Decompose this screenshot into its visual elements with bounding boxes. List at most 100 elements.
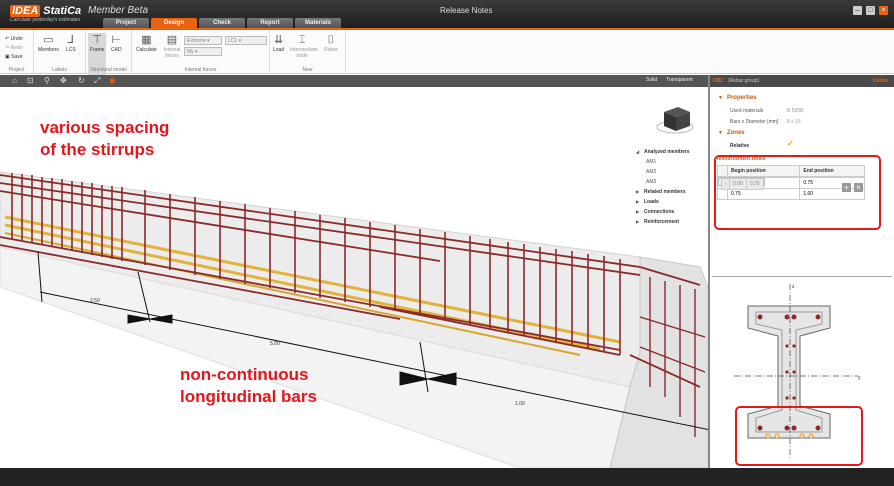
lcs-button[interactable]: ⅃ LCS [66,34,76,53]
new-load-label: Load [273,47,285,53]
z-axis-label: z [792,284,795,290]
undo-label: Undo [10,36,23,42]
table-row[interactable]: › 0.00 0.25 [717,177,765,190]
view-cube[interactable] [656,107,694,134]
delete-button[interactable]: Delete [873,78,888,84]
tab-design[interactable]: Design [151,18,197,28]
tree-related-members[interactable]: ▶ Related members [636,187,690,197]
relative-checkbox[interactable]: ✓ [787,139,794,148]
internal-forces-button[interactable]: ▤ Internal forces [163,34,181,59]
zoom-icon[interactable]: ⚲ [44,76,50,85]
selected-item-type: (Rebar group) [728,78,760,84]
dim-label-2: 5.00 [270,341,280,347]
tree-label: Analyzed members [644,149,690,155]
tree-item-am1[interactable]: AM1 [636,157,690,167]
tab-materials[interactable]: Materials [295,18,341,28]
new-load-button[interactable]: ⇊ Load [273,34,284,53]
zoom-extents-icon[interactable]: ⤢ [94,76,100,86]
transparent-toggle[interactable]: Transparent [666,77,693,83]
extreme-select[interactable]: Extreme ▾ [184,36,222,45]
row-marker: › [720,178,731,190]
properties-section-header[interactable]: ▼ Properties [718,95,757,101]
column-header-begin: Begin position [726,165,801,177]
members-button[interactable]: ▭ Members [38,34,59,53]
rotate-icon[interactable]: ↻ [78,76,85,85]
cad-icon: ⊢ [111,34,122,46]
frame-icon: ⊤ [92,34,103,46]
maximize-icon[interactable]: □ [866,6,875,15]
tree-item-am3[interactable]: AM3 [636,177,690,187]
tree-reinforcement[interactable]: ▶ Reinforcement [636,217,690,227]
load-arrows-icon: ⇊ [273,34,284,46]
logo-statica: StatiCa [43,5,82,17]
tab-report[interactable]: Report [247,18,293,28]
zoom-window-icon[interactable]: ⊡ [27,76,34,85]
title-bar: IDEA StatiCa Member Beta Calculate yester… [0,0,894,28]
screenshot-icon[interactable]: ◙ [110,76,115,85]
rebar-label: Rebar [324,47,338,53]
expanded-arrow-icon: ◢ [636,149,640,154]
group-label-labels: Labels [52,67,67,73]
extreme-value: Extreme [187,38,206,44]
tree-connections[interactable]: ▶ Connections [636,207,690,217]
cad-button[interactable]: ⊢ CAD [111,34,122,53]
rebar-button[interactable]: ⌷ Rebar [324,34,338,53]
ribbon-group-labels: ▭ Members ⅃ LCS Labels [34,30,86,74]
minimize-icon[interactable]: – [853,6,862,15]
ribbon-group-internal-forces: ▦ Calculate ▤ Internal forces Extreme ▾ LC… [132,30,270,74]
tab-check[interactable]: Check [199,18,245,28]
tab-project[interactable]: Project [103,18,149,28]
relative-label: Relative [730,143,750,149]
internal-forces-label: Internal forces [163,47,181,59]
members-label: Members [38,47,59,53]
pan-icon[interactable]: ✥ [60,76,67,85]
app-window: IDEA StatiCa Member Beta Calculate yester… [0,0,894,486]
3d-viewport[interactable]: 2.50 5.00 1.00 various spacing of the st… [0,87,708,468]
calculate-button[interactable]: ▦ Calculate [136,34,157,53]
ribbon-group-structural-model: ⊤ Frame ⊢ CAD Structural model [86,30,132,75]
tree-label: Loads [644,199,659,205]
undo-icon: ↶ [5,36,10,42]
calculate-label: Calculate [136,47,157,53]
status-bar [0,468,894,486]
ribbon: ↶ Undo ↷ Redo ▣ Save Project ▭ Members ⅃ L… [0,30,894,75]
lcs-label: LCS [66,47,76,53]
end-cell[interactable]: 0.25 [745,178,764,190]
frame-label: Frame [90,47,105,53]
viewport-toolbar: ⌂ ⊡ ⚲ ✥ ↻ ⤢ ◙ Solid Transparent [0,75,708,87]
app-logo: IDEA StatiCa [10,5,81,17]
undo-button[interactable]: ↶ Undo [5,36,23,42]
ribbon-group-new: ⇊ Load ⌶ Intermediate node ⌷ Rebar New [270,30,346,74]
used-materials-label: Used materials [730,108,764,114]
calculate-icon: ▦ [141,34,152,46]
collapsed-arrow-icon: ▶ [636,209,640,214]
rebar-icon: ⌷ [327,34,335,46]
solid-toggle[interactable]: Solid [646,77,657,83]
begin-cell[interactable]: 0.75 [726,188,801,200]
collapsed-arrow-icon: ▶ [636,219,640,224]
group-label-internal-forces: Internal forces [184,67,217,73]
zones-section-header[interactable]: ▼ Zones [718,130,745,136]
table-header-row: Begin position End position [717,165,865,177]
group-label-new: New [302,67,313,73]
component-select[interactable]: My ▾ [184,47,222,56]
tree-analyzed-members[interactable]: ◢ Analyzed members [636,147,690,157]
internal-forces-icon: ▤ [166,34,178,46]
begin-cell[interactable]: 0.00 [729,178,747,190]
tree-loads[interactable]: ▶ Loads [636,197,690,207]
ribbon-group-project: ↶ Undo ↷ Redo ▣ Save Project [0,30,34,74]
home-icon[interactable]: ⌂ [12,76,17,85]
used-materials-value[interactable]: B 500B [787,108,803,114]
members-icon: ▭ [43,34,54,46]
delete-row-icon[interactable]: × [854,183,863,192]
load-case-select[interactable]: LC1 ▾ [225,36,267,45]
release-notes-link[interactable]: Release Notes [440,6,492,15]
intermediate-node-button[interactable]: ⌶ Intermediate node [290,34,318,59]
callout-longitudinal-bars: non-continuous longitudinal bars [180,364,317,408]
bars-diameter-value[interactable]: 8 x 16 [787,119,801,125]
redo-button[interactable]: ↷ Redo [5,45,23,51]
close-icon[interactable]: × [879,6,888,15]
save-button[interactable]: ▣ Save [5,54,23,60]
add-row-icon[interactable]: + [842,183,851,192]
tree-item-am2[interactable]: AM2 [636,167,690,177]
